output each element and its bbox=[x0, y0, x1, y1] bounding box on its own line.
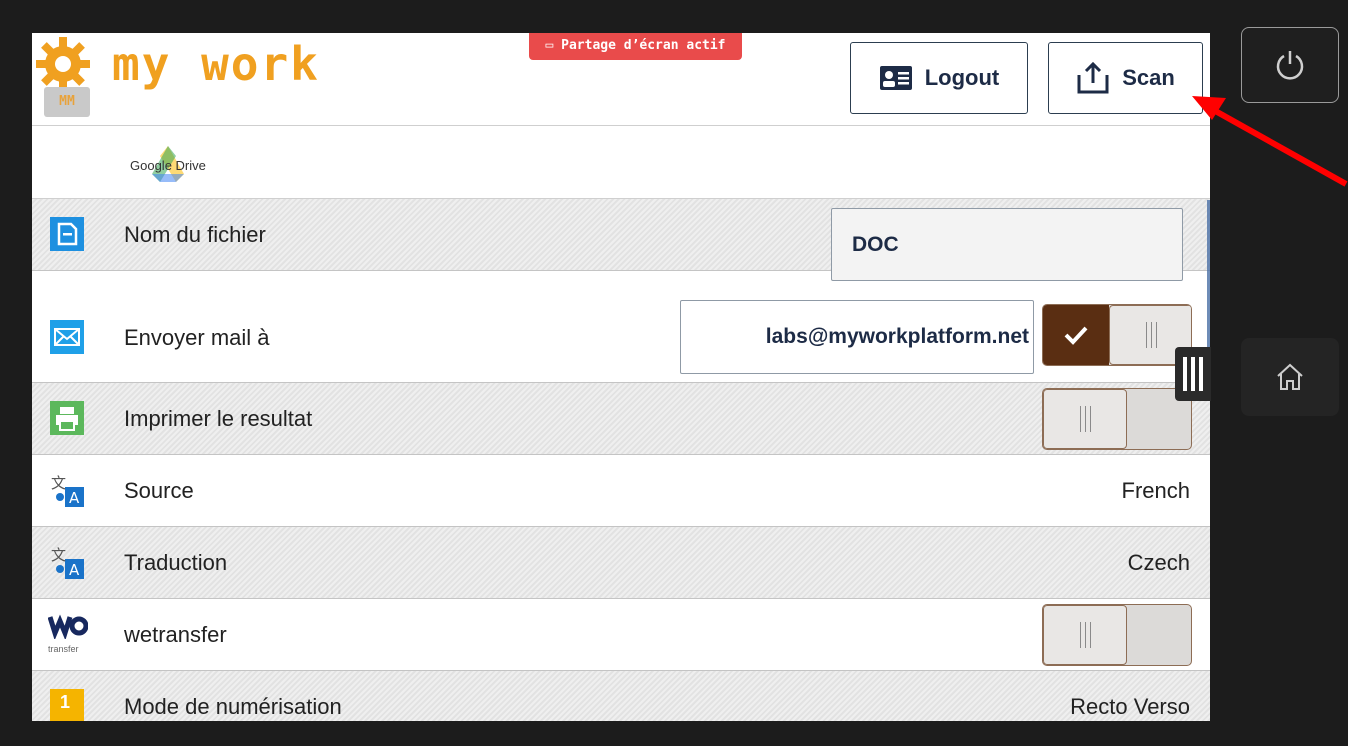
mail-icon bbox=[50, 320, 84, 354]
toggle-knob bbox=[1043, 389, 1127, 449]
filename-input[interactable]: DOC bbox=[831, 208, 1183, 281]
list-item-label: Nom du fichier bbox=[124, 222, 266, 247]
list-item-wetransfer: transfer wetransfer bbox=[32, 599, 1210, 671]
scan-mode-icon: 1 bbox=[50, 689, 84, 721]
annotation-arrow-icon bbox=[1192, 96, 1348, 187]
logout-label: Logout bbox=[924, 65, 1000, 90]
home-icon bbox=[1277, 363, 1303, 390]
wetransfer-toggle[interactable] bbox=[1042, 604, 1192, 666]
email-field[interactable]: labs@myworkplatform.net bbox=[680, 300, 1034, 374]
screen-share-banner: ▭ Partage d’écran actif bbox=[529, 33, 742, 60]
list-item-label: wetransfer bbox=[124, 622, 227, 647]
screen-share-label: Partage d’écran actif bbox=[561, 38, 726, 53]
settings-list: Nom du fichier DOC Envoyer mail à labs@m… bbox=[32, 199, 1210, 721]
screen-share-icon: ▭ bbox=[545, 38, 562, 53]
send-mail-toggle[interactable] bbox=[1042, 304, 1192, 366]
checkmark-icon bbox=[1064, 326, 1088, 345]
list-item-label: Imprimer le resultat bbox=[124, 406, 313, 431]
logout-button[interactable]: Logout bbox=[850, 42, 1028, 114]
list-item-source[interactable]: A 文 Source French bbox=[32, 455, 1210, 527]
wetransfer-logo bbox=[47, 614, 89, 641]
svg-text:文: 文 bbox=[51, 546, 66, 564]
list-item-label: Traduction bbox=[124, 550, 228, 575]
list-item-send-mail: Envoyer mail à labs@myworkplatform.net bbox=[32, 292, 1210, 383]
destination-row[interactable]: Google Drive bbox=[32, 126, 1210, 199]
svg-text:A: A bbox=[69, 561, 80, 579]
list-item-value: French bbox=[1121, 478, 1190, 503]
list-item-filename: Nom du fichier DOC bbox=[32, 199, 1210, 281]
scan-mode-icon-text: 1 bbox=[60, 692, 71, 712]
list-item-scan-mode[interactable]: 1 Mode de numérisation Recto Verso bbox=[32, 671, 1210, 721]
app-screen: MM my work ▭ Partage d’écran actif Logou… bbox=[32, 33, 1210, 721]
logo-text: my work bbox=[112, 37, 320, 91]
printer-icon bbox=[50, 401, 84, 435]
app-header: MM my work ▭ Partage d’écran actif Logou… bbox=[32, 33, 1210, 126]
list-item-value: Recto Verso bbox=[1070, 694, 1190, 719]
list-item-value: Czech bbox=[1127, 550, 1190, 575]
wetransfer-icon: transfer bbox=[47, 613, 89, 657]
list-item-translation[interactable]: A 文 Traduction Czech bbox=[32, 527, 1210, 599]
id-card-icon bbox=[879, 66, 912, 90]
list-item-label: Envoyer mail à bbox=[124, 325, 270, 350]
list-item-label: Mode de numérisation bbox=[124, 694, 342, 719]
gear-logo-icon bbox=[36, 37, 90, 91]
destination-label: Google Drive bbox=[130, 158, 206, 173]
power-icon bbox=[1276, 51, 1304, 80]
upload-icon bbox=[1077, 61, 1109, 94]
svg-text:A: A bbox=[69, 489, 80, 507]
device-frame: MM my work ▭ Partage d’écran actif Logou… bbox=[0, 0, 1348, 746]
svg-text:文: 文 bbox=[51, 474, 66, 492]
side-panel-handle[interactable] bbox=[1175, 347, 1211, 401]
file-icon bbox=[50, 217, 84, 251]
print-result-toggle[interactable] bbox=[1042, 388, 1192, 450]
email-value: labs@myworkplatform.net bbox=[765, 325, 1029, 348]
translate-icon: A 文 bbox=[51, 546, 84, 579]
home-button[interactable] bbox=[1241, 338, 1339, 416]
list-item-label: Source bbox=[124, 478, 194, 503]
scan-label: Scan bbox=[1122, 65, 1175, 90]
filename-value: DOC bbox=[852, 233, 899, 256]
wetransfer-icon-text: transfer bbox=[48, 644, 79, 654]
toggle-knob bbox=[1043, 605, 1127, 665]
list-item-print-result: Imprimer le resultat bbox=[32, 383, 1210, 455]
toggle-on-fill bbox=[1043, 305, 1109, 365]
logo-badge: MM bbox=[44, 87, 90, 117]
translate-icon: A 文 bbox=[51, 474, 84, 507]
